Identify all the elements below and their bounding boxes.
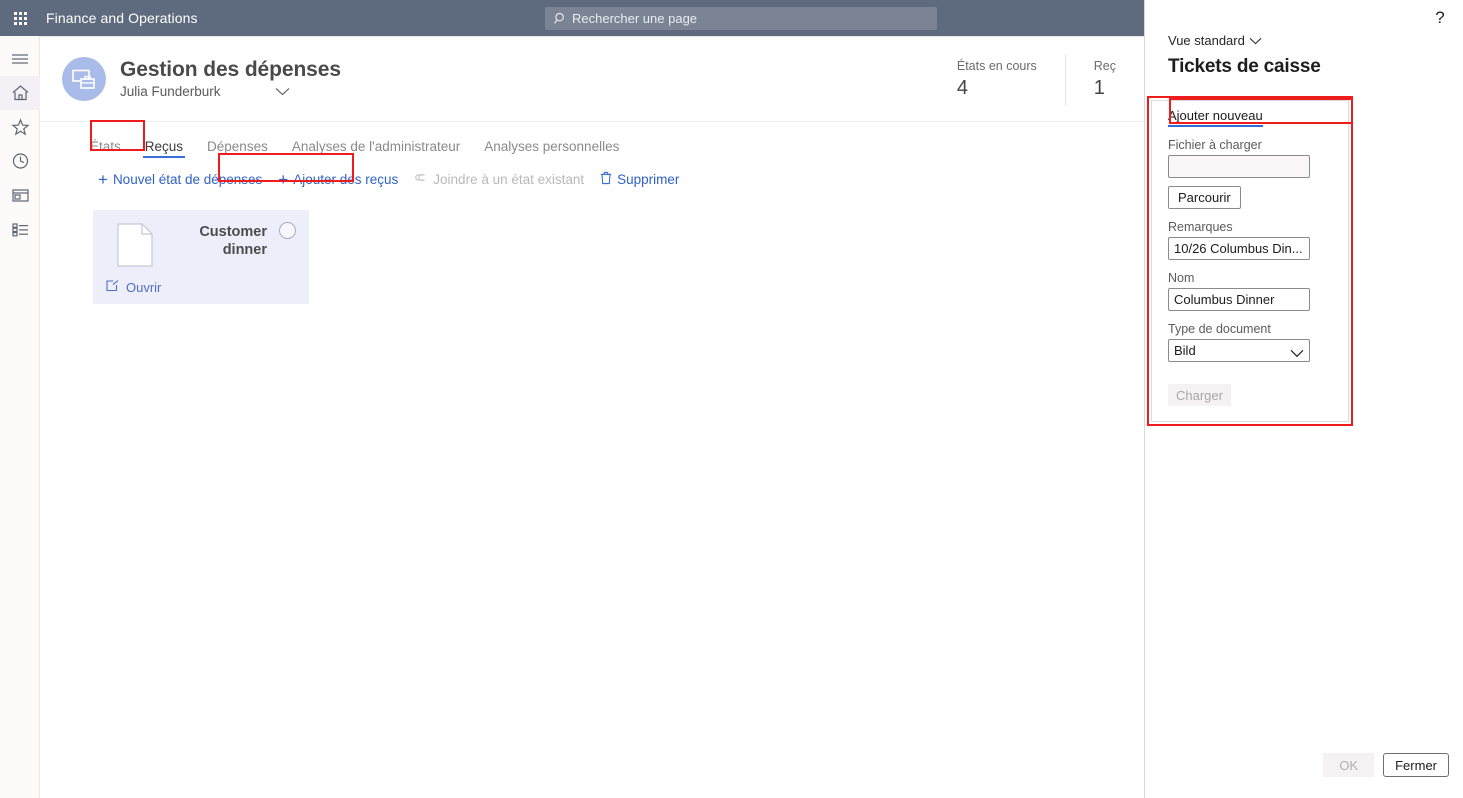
page-header: Gestion des dépenses Julia Funderburk Ét…: [40, 37, 1144, 122]
app-root: Finance and Operations Rechercher une pa…: [0, 0, 1463, 798]
open-external-icon: [106, 280, 119, 295]
page-title: Gestion des dépenses: [120, 58, 341, 81]
stat-value: 1: [1093, 77, 1105, 99]
view-selector-label: Vue standard: [1168, 33, 1245, 48]
search-placeholder: Rechercher une page: [572, 11, 698, 26]
trash-icon: [600, 171, 612, 188]
field-group-name: Nom: [1168, 271, 1348, 311]
search-input[interactable]: Rechercher une page: [545, 7, 937, 30]
document-type-select[interactable]: Bild: [1168, 339, 1310, 362]
command-label: Joindre à un état existant: [433, 171, 585, 187]
remarks-input[interactable]: [1168, 237, 1310, 260]
receipt-card-list: Customer dinner Ouvrir: [40, 194, 1144, 304]
chevron-down-icon: [1249, 33, 1262, 48]
upload-button: Charger: [1168, 384, 1231, 406]
name-field-label: Nom: [1168, 271, 1195, 285]
name-input[interactable]: [1168, 288, 1310, 311]
plus-icon: +: [278, 169, 289, 189]
stat-label: Reç: [1093, 59, 1116, 73]
field-group-file: Fichier à charger Parcourir: [1168, 138, 1348, 209]
attach-icon: [414, 171, 428, 187]
clock-icon[interactable]: [0, 144, 40, 178]
doctype-field-label: Type de document: [1168, 322, 1271, 336]
command-label: Supprimer: [617, 171, 680, 187]
command-bar: + Nouvel état de dépenses + Ajouter des …: [40, 164, 1144, 194]
open-label: Ouvrir: [126, 280, 162, 295]
panel-heading: Tickets de caisse: [1168, 56, 1321, 77]
delete-button[interactable]: Supprimer: [592, 169, 687, 190]
workspace-tabs: États Reçus Dépenses Analyses de l'admin…: [40, 126, 1144, 158]
chevron-down-icon[interactable]: [275, 87, 290, 96]
help-question-icon[interactable]: ?: [1427, 5, 1453, 31]
main-content: Gestion des dépenses Julia Funderburk Ét…: [40, 36, 1144, 798]
stat-recus[interactable]: Reç 1: [1064, 53, 1144, 106]
tab-etats[interactable]: États: [90, 139, 121, 158]
field-group-doctype: Type de document Bild: [1168, 322, 1348, 362]
document-icon: [117, 223, 153, 267]
remarks-field-label: Remarques: [1168, 220, 1233, 234]
field-group-remarks: Remarques: [1168, 220, 1348, 260]
new-expense-report-button[interactable]: + Nouvel état de dépenses: [90, 170, 270, 189]
modules-list-icon[interactable]: [0, 212, 40, 246]
hamburger-menu-icon[interactable]: [0, 42, 40, 76]
stat-label: États en cours: [956, 59, 1037, 73]
receipt-card-open-link[interactable]: Ouvrir: [106, 280, 161, 295]
left-navigation-rail: [0, 36, 40, 798]
header-stats: États en cours 4 Reç 1: [929, 37, 1144, 122]
tab-analyses-personnelles[interactable]: Analyses personnelles: [484, 139, 619, 158]
view-selector[interactable]: Vue standard: [1168, 33, 1262, 48]
add-receipt-form: Ajouter nouveau Fichier à charger Parcou…: [1151, 100, 1349, 422]
tab-depenses[interactable]: Dépenses: [207, 139, 268, 158]
stat-value: 4: [956, 77, 968, 99]
attach-to-existing-report-button: Joindre à un état existant: [406, 169, 592, 189]
browse-button[interactable]: Parcourir: [1168, 186, 1241, 209]
home-icon[interactable]: [0, 76, 40, 110]
page-user: Julia Funderburk: [120, 84, 221, 99]
file-field-label: Fichier à charger: [1168, 138, 1262, 152]
panel-footer: OK Fermer: [1323, 753, 1449, 777]
workspaces-icon[interactable]: [0, 178, 40, 212]
add-receipts-button[interactable]: + Ajouter des reçus: [270, 170, 406, 189]
receipt-card-select-radio[interactable]: [279, 222, 296, 239]
close-button[interactable]: Fermer: [1383, 753, 1449, 777]
workspace-expense-icon: [62, 57, 106, 101]
star-icon[interactable]: [0, 110, 40, 144]
ok-button: OK: [1323, 753, 1375, 777]
app-title: Finance and Operations: [46, 10, 198, 26]
file-path-input[interactable]: [1168, 155, 1310, 178]
search-icon: [554, 12, 567, 25]
plus-icon: +: [98, 169, 108, 189]
app-launcher-icon[interactable]: [0, 0, 40, 36]
receipt-card[interactable]: Customer dinner Ouvrir: [93, 210, 309, 304]
receipt-card-title: Customer dinner: [199, 224, 267, 258]
tab-analyses-administrateur[interactable]: Analyses de l'administrateur: [292, 139, 460, 158]
tab-ajouter-nouveau[interactable]: Ajouter nouveau: [1168, 108, 1263, 127]
command-label: Ajouter des reçus: [293, 171, 399, 187]
command-label: Nouvel état de dépenses: [112, 171, 263, 187]
tab-recus[interactable]: Reçus: [142, 139, 186, 158]
stat-etats-en-cours[interactable]: États en cours 4: [929, 54, 1065, 106]
